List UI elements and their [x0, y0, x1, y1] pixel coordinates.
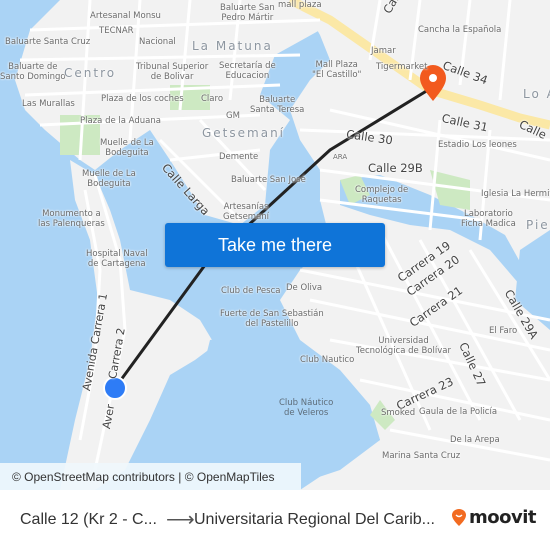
map-label-muelle-1: Muelle de La Bodeguita: [100, 138, 154, 158]
map-label-ara: ARA: [333, 153, 348, 161]
map-label-gm: GM: [226, 111, 240, 121]
map-label-las-murallas: Las Murallas: [22, 99, 75, 109]
map-label-jamar: Jamar: [371, 46, 396, 56]
moovit-pin-icon: [452, 508, 466, 526]
map-label-plaza-coches: Plaza de los coches: [101, 94, 184, 104]
map-label-nacional: Nacional: [139, 37, 176, 47]
destination-marker-dot: [429, 74, 437, 82]
take-me-there-button[interactable]: Take me there: [165, 223, 385, 267]
arrow-right-icon: ⟶: [166, 509, 195, 531]
map-attribution[interactable]: © OpenStreetMap contributors | © OpenMap…: [0, 463, 301, 490]
map-view[interactable]: Artesanal Monsu TECNAR Nacional Baluarte…: [0, 0, 550, 490]
map-label-tigermarket: Tigermarket: [376, 62, 428, 72]
map-label-getsemani: Getsemaní: [202, 126, 286, 140]
map-label-iglesia: Iglesia La Hermita: [481, 189, 550, 199]
map-label-lo-a: Lo A: [523, 87, 550, 101]
map-label-plaza-aduana: Plaza de la Aduana: [80, 116, 161, 126]
map-label-estadio: Estadio Los leones: [438, 140, 517, 150]
map-label-baluarte-santo-domingo: Baluarte de Santo Domingo: [0, 62, 66, 82]
map-label-demente: Demente: [219, 152, 259, 162]
map-label-baluarte-santa-teresa: Baluarte Santa Teresa: [250, 95, 305, 115]
map-label-gaula: Gaula de la Policía: [419, 407, 498, 417]
map-label-hospital: Hospital Naval de Cartagena: [86, 249, 148, 269]
map-label-baluarte-san-jose: Baluarte San José: [231, 175, 306, 185]
map-label-baluarte-san-pedro: Baluarte San Pedro Mártir: [220, 3, 275, 23]
map-label-artesanal-monsu: Artesanal Monsu: [90, 11, 161, 21]
map-label-pie: Pie: [526, 218, 550, 232]
map-label-claro: Claro: [201, 94, 224, 104]
map-label-tribunal: Tribunal Superior de Bolivar: [136, 62, 209, 82]
map-label-de-la-arepa: De la Arepa: [450, 435, 500, 445]
map-label-muelle-2: Muelle de La Bodeguita: [82, 169, 136, 189]
map-label-la-matuna: La Matuna: [192, 39, 273, 53]
moovit-logo: moovit: [451, 507, 537, 528]
map-label-universidad: Universidad Tecnológica de Bolívar: [356, 336, 451, 356]
map-label-complejo: Complejo de Raquetas: [355, 185, 409, 205]
map-label-artesanias: Artesanías Getsemaní: [223, 202, 270, 222]
map-label-club-pesca: Club de Pesca: [221, 286, 281, 296]
map-label-fuerte: Fuerte de San Sebastián del Pastelillo: [220, 309, 324, 329]
origin-marker[interactable]: [103, 376, 127, 400]
map-label-cancha: Cancha la Española: [418, 25, 502, 35]
map-label-de-oliva: De Oliva: [286, 283, 323, 293]
origin-stop-name: Calle 12 (Kr 2 - C...: [20, 511, 157, 528]
map-label-el-faro: El Faro: [489, 326, 518, 336]
moovit-wordmark: moovit: [469, 507, 537, 528]
map-label-club-nautico: Club Nautico: [300, 355, 355, 365]
map-label-marina: Marina Santa Cruz: [382, 451, 461, 461]
map-label-monumento: Monumento a las Palenqueras: [38, 209, 105, 229]
map-label-secretaria: Secretaría de Educacion: [219, 61, 276, 81]
map-label-club-veleros: Club Náutico de Veleros: [279, 398, 334, 418]
route-footer: Calle 12 (Kr 2 - C... ⟶ Universitaria Re…: [0, 490, 550, 550]
map-label-mall-plaza-castillo: Mall Plaza "El Castillo": [312, 60, 362, 80]
map-label-smoked: Smoked: [381, 408, 416, 418]
map-label-calle-29b: Calle 29B: [368, 161, 423, 175]
destination-name: Universitaria Regional Del Carib...: [194, 511, 435, 528]
map-label-tecnar: TECNAR: [99, 26, 134, 36]
map-label-laboratorio: Laboratorio Ficha Madica: [461, 209, 516, 229]
map-label-baluarte-santa-cruz: Baluarte Santa Cruz: [5, 37, 91, 47]
map-label-centro: Centro: [64, 66, 117, 80]
map-label-mall-plaza: mall plaza: [278, 0, 322, 10]
